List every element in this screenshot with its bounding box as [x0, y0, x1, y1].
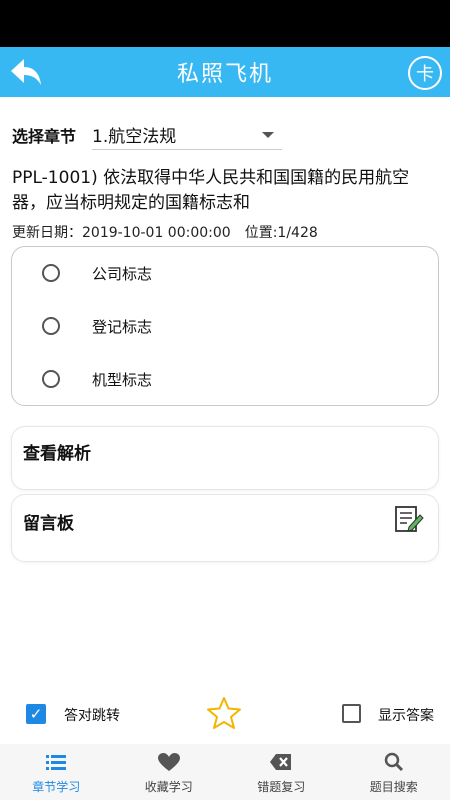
message-board-title: 留言板	[23, 514, 74, 534]
tab-favorites[interactable]: 收藏学习	[113, 744, 226, 800]
favorite-star-icon[interactable]	[206, 696, 242, 730]
chapter-label: 选择章节	[12, 127, 77, 146]
dropdown-caret-icon	[262, 132, 274, 138]
tab-label: 题目搜索	[369, 780, 418, 794]
heart-icon	[157, 753, 180, 771]
option-c[interactable]: 机型标志	[12, 353, 438, 405]
option-label: 登记标志	[92, 317, 153, 336]
options-card: 公司标志 登记标志 机型标志	[11, 246, 439, 406]
radio-icon[interactable]	[42, 370, 60, 388]
show-answer-checkbox[interactable]	[342, 704, 361, 723]
tab-label: 章节学习	[32, 780, 81, 794]
bottom-controls: ✓ 答对跳转 显示答案	[0, 696, 450, 732]
chapter-selected-value: 1.航空法规	[92, 127, 177, 147]
radio-icon[interactable]	[42, 264, 60, 282]
option-a[interactable]: 公司标志	[12, 247, 438, 299]
option-b[interactable]: 登记标志	[12, 300, 438, 352]
tab-search[interactable]: 题目搜索	[338, 744, 450, 800]
auto-jump-label: 答对跳转	[64, 708, 120, 724]
page-title: 私照飞机	[176, 62, 273, 87]
chapter-selector-row: 选择章节 1.航空法规	[12, 118, 292, 152]
message-board-card[interactable]: 留言板	[11, 494, 439, 562]
question-text: PPL-1001) 依法取得中华人民共和国国籍的民用航空器，应当标明规定的国籍标…	[12, 168, 410, 213]
update-date: 更新日期：2019-10-01 00:00:00	[12, 225, 231, 241]
tab-wrong-review[interactable]: 错题复习	[225, 744, 338, 800]
delete-key-icon	[270, 754, 292, 770]
option-label: 机型标志	[92, 370, 153, 389]
tab-label: 收藏学习	[144, 780, 193, 794]
tab-chapter-study[interactable]: 章节学习	[0, 744, 113, 800]
show-answer-label: 显示答案	[378, 708, 434, 724]
question-meta: 更新日期：2019-10-01 00:00:00 位置:1/428	[12, 222, 318, 242]
question-position: 位置:1/428	[244, 225, 318, 241]
view-analysis-card[interactable]: 查看解析	[11, 426, 439, 490]
tab-label: 错题复习	[257, 780, 306, 794]
card-button[interactable]: 卡	[408, 56, 442, 90]
radio-icon[interactable]	[42, 317, 60, 335]
list-icon	[46, 755, 67, 770]
app-bar: 私照飞机 卡	[0, 47, 450, 97]
edit-note-icon[interactable]	[394, 505, 424, 533]
auto-jump-checkbox[interactable]: ✓	[26, 704, 46, 724]
search-icon	[384, 752, 403, 772]
option-label: 公司标志	[92, 264, 153, 283]
back-arrow-icon[interactable]	[8, 55, 44, 89]
view-analysis-title: 查看解析	[23, 444, 91, 464]
bottom-tab-bar: 章节学习 收藏学习 错题复习 题目搜索	[0, 744, 450, 800]
status-bar	[0, 0, 450, 47]
chapter-dropdown[interactable]: 1.航空法规	[92, 120, 282, 150]
